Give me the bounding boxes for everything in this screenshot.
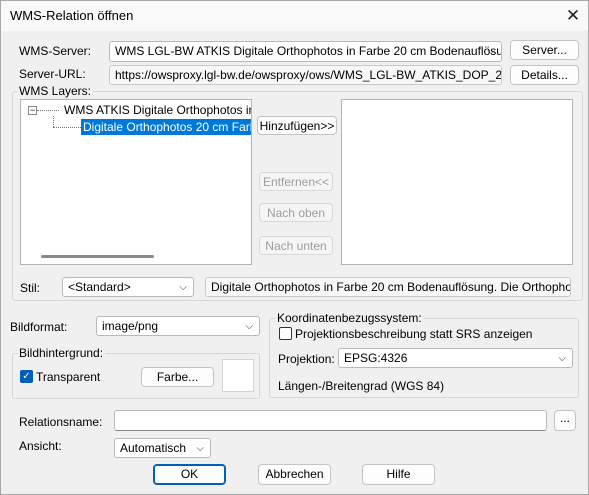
- wms-layers-label: WMS Layers:: [17, 84, 94, 98]
- browse-button[interactable]: ...: [554, 410, 576, 431]
- details-button[interactable]: Details...: [510, 65, 579, 85]
- tree-child-layer-selected[interactable]: Digitale Orthophotos 20 cm Farbe der Lan…: [81, 119, 251, 135]
- color-button[interactable]: Farbe...: [141, 367, 214, 387]
- chevron-down-icon: ⌵: [245, 321, 253, 332]
- color-preview: [222, 359, 254, 392]
- image-format-label: Bildformat:: [10, 320, 68, 334]
- style-description: Digitale Orthophotos in Farbe 20 cm Bode…: [205, 277, 571, 297]
- remove-layer-button[interactable]: Entfernen<<: [259, 172, 333, 191]
- transparent-checkbox[interactable]: ✓: [20, 370, 33, 383]
- projection-value: EPSG:4326: [344, 351, 408, 365]
- ok-button[interactable]: OK: [153, 464, 226, 485]
- view-value: Automatisch: [120, 441, 187, 455]
- crs-label: Koordinatenbezugssystem:: [275, 311, 424, 325]
- server-url-label: Server-URL:: [19, 67, 86, 81]
- chevron-down-icon: ⌵: [487, 46, 495, 57]
- projection-description-checkbox[interactable]: [279, 327, 292, 340]
- chevron-down-icon: ⌵: [196, 443, 204, 454]
- collapse-icon[interactable]: −: [28, 106, 37, 115]
- projection-description-label: Projektionsbeschreibung statt SRS anzeig…: [295, 327, 533, 341]
- chevron-down-icon: ⌵: [179, 282, 187, 293]
- projection-select[interactable]: EPSG:4326 ⌵: [338, 348, 573, 368]
- server-button[interactable]: Server...: [510, 40, 579, 60]
- move-down-button[interactable]: Nach unten: [259, 236, 333, 255]
- move-up-button[interactable]: Nach oben: [259, 203, 333, 222]
- style-value: <Standard>: [68, 280, 131, 294]
- relation-name-input[interactable]: [114, 410, 547, 431]
- projection-label: Projektion:: [278, 352, 335, 366]
- wms-server-value: WMS LGL-BW ATKIS Digitale Orthophotos in…: [115, 44, 502, 58]
- image-format-value: image/png: [102, 319, 159, 333]
- available-layers-tree[interactable]: − WMS ATKIS Digitale Orthophotos in Farb…: [20, 99, 252, 265]
- server-url-field: https://owsproxy.lgl-bw.de/owsproxy/ows/…: [109, 65, 502, 85]
- tree-connector-child: [53, 127, 81, 128]
- wms-server-select[interactable]: WMS LGL-BW ATKIS Digitale Orthophotos in…: [109, 41, 502, 62]
- tree-connector-vertical: [53, 116, 54, 127]
- transparent-label: Transparent: [36, 370, 101, 384]
- tree-root-layer[interactable]: WMS ATKIS Digitale Orthophotos in Farbe …: [64, 103, 251, 117]
- projection-description: Längen-/Breitengrad (WGS 84): [278, 379, 445, 393]
- horizontal-scrollbar-thumb[interactable]: [41, 255, 154, 258]
- chevron-down-icon: ⌵: [558, 353, 566, 364]
- wms-relation-dialog: WMS-Relation öffnen ✕ WMS-Server: WMS LG…: [0, 0, 589, 495]
- view-label: Ansicht:: [19, 439, 62, 453]
- help-button[interactable]: Hilfe: [362, 464, 435, 485]
- selected-layers-list[interactable]: [341, 99, 573, 265]
- view-select[interactable]: Automatisch ⌵: [114, 438, 211, 458]
- image-format-select[interactable]: image/png ⌵: [96, 316, 260, 336]
- cancel-button[interactable]: Abbrechen: [258, 464, 331, 485]
- tree-connector: [37, 110, 59, 111]
- style-select[interactable]: <Standard> ⌵: [62, 277, 194, 297]
- style-label: Stil:: [20, 281, 41, 295]
- window-title: WMS-Relation öffnen: [10, 8, 134, 23]
- relation-name-label: Relationsname:: [19, 415, 103, 429]
- close-icon[interactable]: ✕: [561, 4, 585, 28]
- background-label: Bildhintergrund:: [17, 346, 106, 360]
- add-layer-button[interactable]: Hinzufügen>>: [257, 116, 337, 135]
- wms-server-label: WMS-Server:: [19, 44, 91, 58]
